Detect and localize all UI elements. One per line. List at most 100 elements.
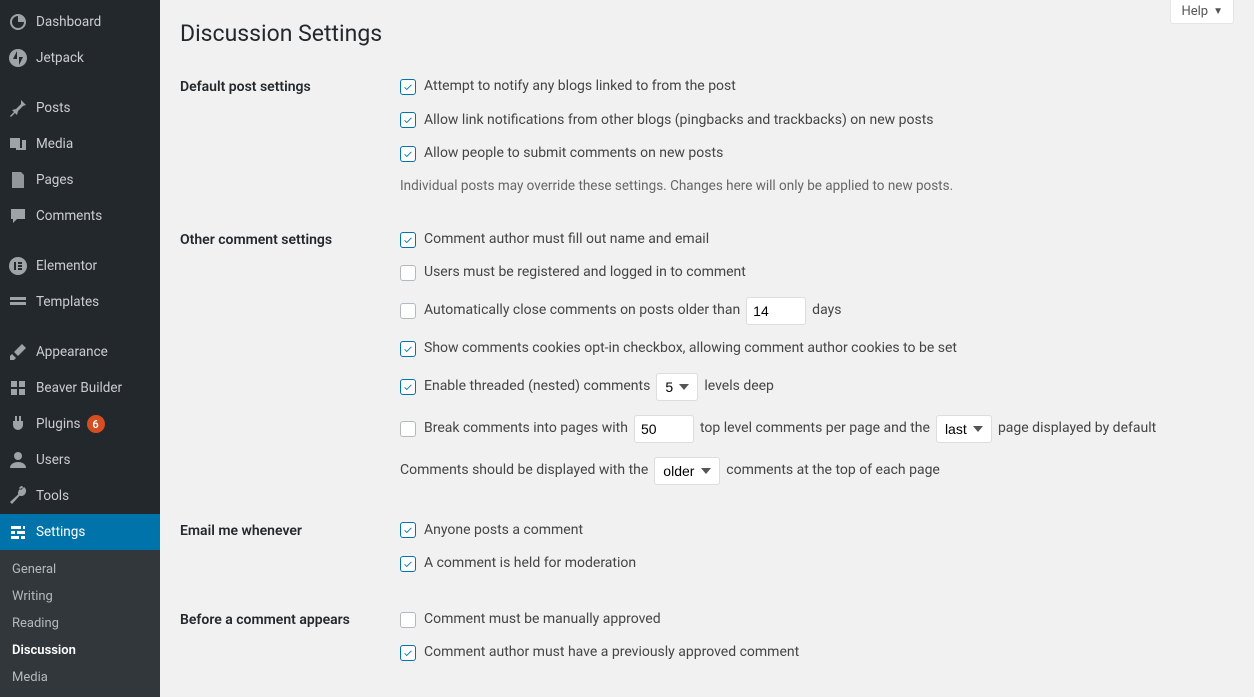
- option-label: Users must be registered and logged in t…: [424, 263, 746, 283]
- sidebar-item-plugins[interactable]: Plugins 6: [0, 406, 160, 442]
- option-prev-approved[interactable]: Comment author must have a previously ap…: [400, 643, 1234, 663]
- section-heading: Default post settings: [180, 77, 400, 95]
- option-auto-close: Automatically close comments on posts ol…: [400, 297, 1234, 325]
- section-other-comment: Other comment settings Comment author mu…: [180, 230, 1234, 485]
- section-heading: Email me whenever: [180, 521, 400, 539]
- comments-icon: [8, 206, 28, 226]
- pages-icon: [8, 170, 28, 190]
- option-label-pre: Automatically close comments on posts ol…: [424, 301, 740, 321]
- checkbox-registered-users[interactable]: [400, 265, 416, 281]
- option-label: A comment is held for moderation: [424, 554, 636, 574]
- sidebar-item-label: Posts: [36, 100, 70, 116]
- sidebar-item-elementor[interactable]: Elementor: [0, 248, 160, 284]
- checkbox-email-held[interactable]: [400, 556, 416, 572]
- sidebar-item-users[interactable]: Users: [0, 442, 160, 478]
- select-default-page[interactable]: last: [936, 415, 992, 443]
- input-close-days[interactable]: [746, 297, 806, 325]
- select-thread-depth[interactable]: 5: [656, 373, 698, 401]
- option-require-name-email[interactable]: Comment author must fill out name and em…: [400, 230, 1234, 250]
- templates-icon: [8, 292, 28, 312]
- checkbox-manual-approve[interactable]: [400, 612, 416, 628]
- help-label: Help: [1181, 4, 1208, 19]
- help-tab[interactable]: Help ▼: [1170, 0, 1234, 24]
- option-email-held[interactable]: A comment is held for moderation: [400, 554, 1234, 574]
- sidebar-item-label: Elementor: [36, 258, 97, 274]
- checkbox-require-name-email[interactable]: [400, 232, 416, 248]
- sidebar-item-label: Dashboard: [36, 14, 101, 30]
- option-label-post: levels deep: [704, 377, 774, 397]
- option-break-pages: Break comments into pages with top level…: [400, 415, 1234, 443]
- section-default-post: Default post settings Attempt to notify …: [180, 77, 1234, 194]
- update-badge: 6: [87, 415, 105, 433]
- input-per-page[interactable]: [634, 415, 694, 443]
- sidebar-item-label: Jetpack: [36, 50, 84, 66]
- option-allow-comments[interactable]: Allow people to submit comments on new p…: [400, 144, 1234, 164]
- checkbox-allow-pingbacks[interactable]: [400, 112, 416, 128]
- elementor-icon: [8, 256, 28, 276]
- option-label: Comment must be manually approved: [424, 610, 661, 630]
- user-icon: [8, 450, 28, 470]
- option-label: Anyone posts a comment: [424, 521, 583, 541]
- section-description: Individual posts may override these sett…: [400, 178, 1234, 194]
- option-label-post: page displayed by default: [998, 419, 1156, 439]
- option-allow-pingbacks[interactable]: Allow link notifications from other blog…: [400, 111, 1234, 131]
- submenu-item-general[interactable]: General: [0, 556, 160, 583]
- checkbox-prev-approved[interactable]: [400, 645, 416, 661]
- media-icon: [8, 134, 28, 154]
- option-label: Show comments cookies opt-in checkbox, a…: [424, 339, 957, 359]
- option-notify-blogs[interactable]: Attempt to notify any blogs linked to fr…: [400, 77, 1234, 97]
- sidebar-item-label: Tools: [36, 488, 69, 504]
- option-cookies-optin[interactable]: Show comments cookies opt-in checkbox, a…: [400, 339, 1234, 359]
- section-heading: Other comment settings: [180, 230, 400, 248]
- chevron-down-icon: ▼: [1213, 6, 1223, 17]
- checkbox-notify-blogs[interactable]: [400, 79, 416, 95]
- option-email-anyone-posts[interactable]: Anyone posts a comment: [400, 521, 1234, 541]
- option-label: Comment author must fill out name and em…: [424, 230, 709, 250]
- pin-icon: [8, 98, 28, 118]
- sidebar-item-dashboard[interactable]: Dashboard: [0, 4, 160, 40]
- checkbox-auto-close[interactable]: [400, 303, 416, 319]
- submenu-item-discussion[interactable]: Discussion: [0, 637, 160, 664]
- page-title: Discussion Settings: [180, 20, 1234, 47]
- sidebar-item-appearance[interactable]: Appearance: [0, 334, 160, 370]
- select-comment-order[interactable]: older: [654, 457, 720, 485]
- sidebar-item-label: Comments: [36, 208, 102, 224]
- checkbox-threaded[interactable]: [400, 379, 416, 395]
- sidebar-item-templates[interactable]: Templates: [0, 284, 160, 320]
- checkbox-break-pages[interactable]: [400, 421, 416, 437]
- sidebar-item-label: Settings: [36, 524, 85, 540]
- option-manual-approve[interactable]: Comment must be manually approved: [400, 610, 1234, 630]
- sidebar-item-label: Media: [36, 136, 73, 152]
- sidebar-item-label: Beaver Builder: [36, 380, 122, 396]
- sidebar-item-jetpack[interactable]: Jetpack: [0, 40, 160, 76]
- checkbox-allow-comments[interactable]: [400, 146, 416, 162]
- sidebar-item-tools[interactable]: Tools: [0, 478, 160, 514]
- sidebar-item-media[interactable]: Media: [0, 126, 160, 162]
- sidebar-item-beaver-builder[interactable]: Beaver Builder: [0, 370, 160, 406]
- sidebar-item-comments[interactable]: Comments: [0, 198, 160, 234]
- section-email-me: Email me whenever Anyone posts a comment…: [180, 521, 1234, 574]
- sidebar-item-pages[interactable]: Pages: [0, 162, 160, 198]
- option-label-pre: Enable threaded (nested) comments: [424, 377, 650, 397]
- submenu-item-writing[interactable]: Writing: [0, 583, 160, 610]
- option-label-mid: top level comments per page and the: [700, 419, 930, 439]
- option-label: Allow people to submit comments on new p…: [424, 144, 723, 164]
- option-label: Comment author must have a previously ap…: [424, 643, 799, 663]
- dashboard-icon: [8, 12, 28, 32]
- section-before-comment: Before a comment appears Comment must be…: [180, 610, 1234, 663]
- sidebar-item-label: Appearance: [36, 344, 108, 360]
- option-label-post: days: [812, 301, 841, 321]
- sidebar-item-settings[interactable]: Settings: [0, 514, 160, 550]
- jetpack-icon: [8, 48, 28, 68]
- option-threaded: Enable threaded (nested) comments 5 leve…: [400, 373, 1234, 401]
- option-registered-users[interactable]: Users must be registered and logged in t…: [400, 263, 1234, 283]
- settings-icon: [8, 522, 28, 542]
- sidebar-item-posts[interactable]: Posts: [0, 90, 160, 126]
- beaver-icon: [8, 378, 28, 398]
- checkbox-email-anyone-posts[interactable]: [400, 522, 416, 538]
- settings-submenu: General Writing Reading Discussion Media: [0, 550, 160, 697]
- checkbox-cookies-optin[interactable]: [400, 341, 416, 357]
- plug-icon: [8, 414, 28, 434]
- submenu-item-reading[interactable]: Reading: [0, 610, 160, 637]
- submenu-item-media[interactable]: Media: [0, 664, 160, 691]
